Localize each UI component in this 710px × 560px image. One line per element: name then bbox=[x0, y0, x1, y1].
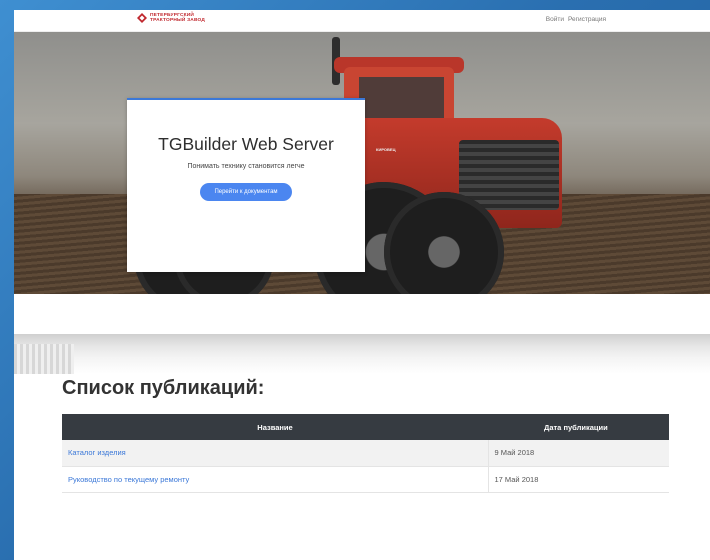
brand-logo[interactable]: ПЕТЕРБУРГСКИЙ ТРАКТОРНЫЙ ЗАВОД bbox=[137, 13, 205, 23]
login-link[interactable]: Войти bbox=[546, 16, 564, 23]
hero-subtitle: Понимать технику становится легче bbox=[187, 163, 305, 170]
publications-title: Список публикаций: bbox=[62, 377, 265, 399]
table-row: Руководство по текущему ремонту 17 Май 2… bbox=[62, 466, 669, 493]
top-navbar: ПЕТЕРБУРГСКИЙ ТРАКТОРНЫЙ ЗАВОД Войти Рег… bbox=[14, 10, 710, 32]
logo-icon bbox=[137, 13, 147, 23]
publication-date-cell: 17 Май 2018 bbox=[487, 466, 669, 493]
publication-name-cell: Руководство по текущему ремонту bbox=[62, 466, 488, 493]
spacer bbox=[14, 294, 710, 334]
column-header-name[interactable]: Название bbox=[62, 414, 488, 440]
publication-name-cell: Каталог изделия bbox=[62, 440, 488, 467]
hero-banner: КИРОВЕЦ TGBuilder Web Server Понимать те… bbox=[14, 32, 710, 294]
column-header-date[interactable]: Дата публикации bbox=[488, 414, 669, 440]
publication-link[interactable]: Руководство по текущему ремонту bbox=[68, 475, 189, 484]
publication-date-cell: 9 Май 2018 bbox=[487, 440, 669, 467]
browser-page: ПЕТЕРБУРГСКИЙ ТРАКТОРНЫЙ ЗАВОД Войти Рег… bbox=[14, 10, 710, 560]
brand-name: ПЕТЕРБУРГСКИЙ ТРАКТОРНЫЙ ЗАВОД bbox=[150, 13, 205, 23]
register-link[interactable]: Регистрация bbox=[568, 16, 606, 23]
transition-band bbox=[14, 334, 710, 374]
table-header-row: Название Дата публикации bbox=[62, 414, 669, 440]
go-to-documents-button[interactable]: Перейти к документам bbox=[200, 183, 292, 201]
brand-line-2: ТРАКТОРНЫЙ ЗАВОД bbox=[150, 18, 206, 23]
hero-title: TGBuilder Web Server bbox=[158, 134, 334, 154]
tractor-badge: КИРОВЕЦ bbox=[376, 147, 396, 152]
publications-table: Название Дата публикации Каталог изделия… bbox=[62, 414, 669, 493]
publication-link[interactable]: Каталог изделия bbox=[68, 448, 126, 457]
table-row: Каталог изделия 9 Май 2018 bbox=[62, 440, 669, 467]
auth-nav: Войти Регистрация bbox=[546, 16, 606, 23]
hero-card: TGBuilder Web Server Понимать технику ст… bbox=[127, 98, 365, 272]
